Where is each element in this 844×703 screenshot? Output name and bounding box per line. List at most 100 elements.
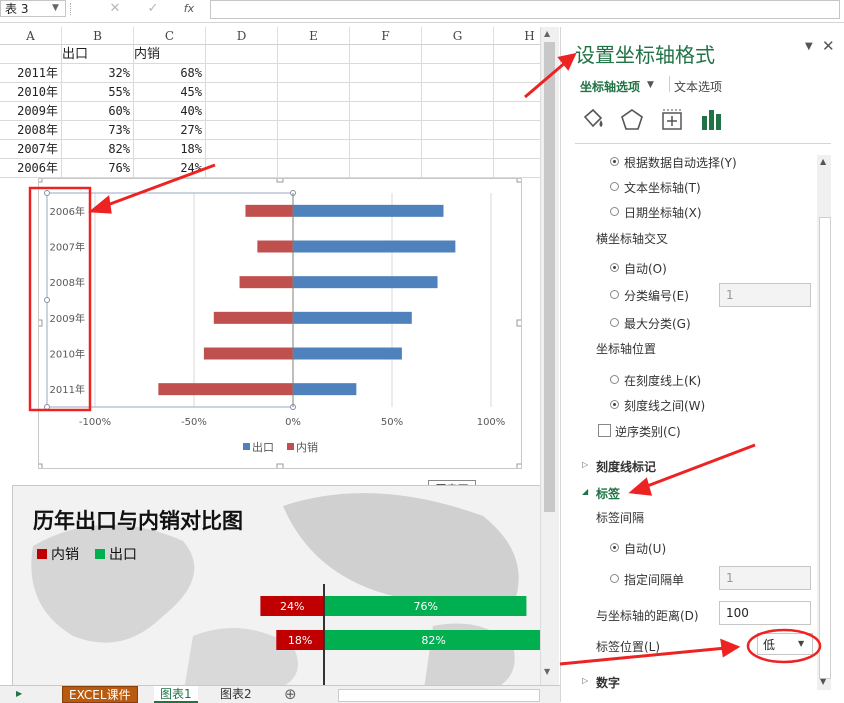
cell-year[interactable]: 2008年	[0, 121, 62, 140]
cell-empty[interactable]	[350, 83, 422, 102]
sheet-tab-chart1[interactable]: 图表1	[154, 686, 198, 703]
cell-export[interactable]: 76%	[62, 159, 134, 178]
cell-empty[interactable]	[278, 140, 350, 159]
column-header-a[interactable]: A	[0, 27, 62, 45]
cell-empty[interactable]	[422, 102, 494, 121]
column-header-f[interactable]: F	[350, 27, 422, 45]
radio-interval-auto[interactable]	[610, 543, 619, 552]
cell-empty[interactable]	[422, 83, 494, 102]
cell-empty[interactable]	[278, 64, 350, 83]
pane-scroll-thumb[interactable]	[819, 217, 831, 679]
cell-domestic[interactable]: 24%	[134, 159, 206, 178]
label-position-select[interactable]: 低 ▼	[757, 633, 813, 655]
distance-input[interactable]: 100	[719, 601, 811, 625]
cell-empty[interactable]	[494, 102, 540, 121]
column-header-d[interactable]: D	[206, 27, 278, 45]
collapse-labels-icon[interactable]: ◢	[582, 487, 588, 496]
cell-export[interactable]: 60%	[62, 102, 134, 121]
close-icon[interactable]: ✕	[822, 37, 835, 55]
cell-empty[interactable]	[206, 140, 278, 159]
cell-empty[interactable]	[278, 83, 350, 102]
column-header-e[interactable]: E	[278, 27, 350, 45]
cell-year[interactable]: 2011年	[0, 64, 62, 83]
column-header-b[interactable]: B	[62, 27, 134, 45]
bar-chart-icon[interactable]	[699, 107, 725, 133]
cell-year[interactable]: 2009年	[0, 102, 62, 121]
cell-empty[interactable]	[350, 45, 422, 64]
scroll-thumb[interactable]	[544, 42, 555, 512]
cell-domestic[interactable]: 68%	[134, 64, 206, 83]
column-header-h[interactable]: H	[494, 27, 540, 45]
radio-axis-date[interactable]	[610, 207, 619, 216]
cell-empty[interactable]	[422, 121, 494, 140]
cell-empty[interactable]	[494, 121, 540, 140]
radio-between-ticks[interactable]	[610, 400, 619, 409]
radio-axis-auto[interactable]	[610, 157, 619, 166]
expand-tick-marks-icon[interactable]: ▷	[582, 460, 588, 469]
cell-empty[interactable]	[278, 159, 350, 178]
pane-options-icon[interactable]: ▼	[805, 41, 813, 52]
cell-empty[interactable]	[350, 121, 422, 140]
cell-empty[interactable]	[278, 121, 350, 140]
cell-empty[interactable]	[278, 102, 350, 121]
tab-scroll-right-icon[interactable]: ▶	[16, 689, 22, 698]
cell-year[interactable]: 2007年	[0, 140, 62, 159]
sheet-tab-chart2[interactable]: 图表2	[214, 686, 258, 703]
cell-empty[interactable]	[206, 83, 278, 102]
radio-axis-text[interactable]	[610, 182, 619, 191]
cell-empty[interactable]	[350, 102, 422, 121]
section-number[interactable]: 数字	[596, 674, 620, 691]
radio-on-tick[interactable]	[610, 375, 619, 384]
cell-year[interactable]: 2010年	[0, 83, 62, 102]
cell-export[interactable]: 55%	[62, 83, 134, 102]
shape-pentagon-icon[interactable]	[619, 107, 645, 133]
tab-text-options[interactable]: 文本选项	[674, 78, 722, 95]
pane-scroll-down-icon[interactable]: ▼	[820, 677, 826, 686]
name-box-dropdown-icon[interactable]: ▼	[52, 0, 64, 17]
scroll-up-icon[interactable]: ▲	[544, 29, 550, 38]
radio-cross-auto[interactable]	[610, 263, 619, 272]
cell-empty[interactable]	[422, 159, 494, 178]
interval-value-input[interactable]: 1	[719, 566, 811, 590]
radio-cross-category[interactable]	[610, 290, 619, 299]
cell-domestic[interactable]: 27%	[134, 121, 206, 140]
cell-domestic[interactable]: 18%	[134, 140, 206, 159]
chart-export-domestic[interactable]: -100% -50% 0% 50% 100% 2006年 2007年 2008年 2009年 20…	[35, 175, 524, 471]
cell-empty[interactable]	[350, 159, 422, 178]
cell-empty[interactable]	[422, 140, 494, 159]
cell-empty[interactable]	[422, 64, 494, 83]
pane-scroll-up-icon[interactable]: ▲	[820, 157, 826, 166]
cell-year[interactable]: 2006年	[0, 159, 62, 178]
cell-domestic[interactable]: 40%	[134, 102, 206, 121]
cancel-icon[interactable]: ✕	[104, 0, 126, 18]
cell-empty[interactable]	[422, 45, 494, 64]
axis-options-dropdown-icon[interactable]: ▼	[647, 80, 654, 90]
cell-empty[interactable]	[206, 159, 278, 178]
pane-scrollbar[interactable]: ▲ ▼	[817, 155, 831, 690]
cell-empty[interactable]	[494, 140, 540, 159]
size-properties-icon[interactable]	[659, 107, 685, 133]
cell-empty[interactable]	[494, 159, 540, 178]
cell-export[interactable]: 32%	[62, 64, 134, 83]
fill-icon[interactable]	[579, 107, 607, 133]
section-tick-marks[interactable]: 刻度线标记	[596, 458, 656, 475]
cell-b1[interactable]: 出口	[62, 45, 134, 64]
cell-c1[interactable]: 内销	[134, 45, 206, 64]
cell-empty[interactable]	[494, 64, 540, 83]
radio-interval-specified[interactable]	[610, 574, 619, 583]
cell-domestic[interactable]: 45%	[134, 83, 206, 102]
cell-empty[interactable]	[350, 140, 422, 159]
cell-empty[interactable]	[278, 45, 350, 64]
chart-comparison[interactable]: 历年出口与内销对比图 内销 出口 24% 76% 18% 82%	[12, 485, 540, 685]
confirm-icon[interactable]: ✓	[142, 0, 164, 18]
column-header-g[interactable]: G	[422, 27, 494, 45]
cell-a1[interactable]	[0, 45, 62, 64]
cell-empty[interactable]	[494, 83, 540, 102]
cell-empty[interactable]	[494, 45, 540, 64]
section-labels[interactable]: 标签	[596, 485, 620, 502]
sheet-vertical-scrollbar[interactable]: ▲ ▼	[540, 27, 559, 685]
cell-empty[interactable]	[206, 121, 278, 140]
cell-empty[interactable]	[206, 102, 278, 121]
column-header-c[interactable]: C	[134, 27, 206, 45]
tab-axis-options[interactable]: 坐标轴选项	[580, 78, 640, 95]
